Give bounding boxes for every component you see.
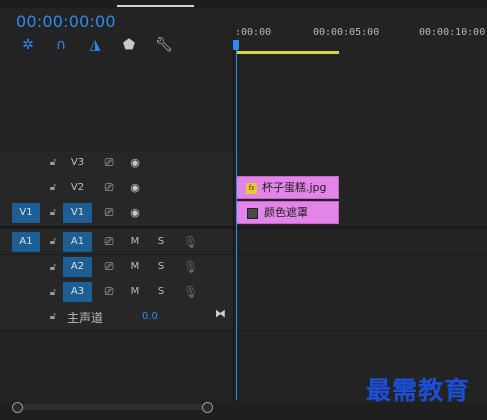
eye-icon[interactable]: ◉ <box>127 206 143 220</box>
master-volume-value[interactable]: 0.0 <box>142 311 158 322</box>
solo-button[interactable]: S <box>155 260 167 274</box>
mute-button[interactable]: M <box>129 260 141 274</box>
snap-icon[interactable]: ∩ <box>53 37 69 53</box>
track-header-master <box>0 305 233 331</box>
add-marker-icon[interactable]: ⬟ <box>121 37 137 53</box>
toggle-output-icon[interactable]: ⎚ <box>101 285 117 299</box>
track-target-v2[interactable]: V2 <box>63 178 92 198</box>
solo-button[interactable]: S <box>155 285 167 299</box>
wrench-icon[interactable]: 🔧︎ <box>155 37 173 53</box>
toggle-output-icon[interactable]: ⎚ <box>101 206 117 220</box>
toggle-output-icon[interactable]: ⎚ <box>101 235 117 249</box>
lock-icon[interactable]: 🔓︎ <box>47 207 59 219</box>
master-track-label: 主声道 <box>67 311 104 325</box>
bowtie-icon[interactable]: ⧓ <box>215 307 226 320</box>
fx-badge: fx <box>246 182 257 194</box>
track-target-v1[interactable]: V1 <box>63 203 92 223</box>
toggle-output-icon[interactable]: ⎚ <box>101 181 117 195</box>
lock-icon[interactable]: 🔓︎ <box>47 287 59 299</box>
playhead-line[interactable] <box>236 50 237 400</box>
clip-v2[interactable]: fx 杯子蛋糕.jpg <box>236 176 339 199</box>
lock-icon[interactable]: 🔓︎ <box>47 236 59 248</box>
lock-icon[interactable]: 🔓︎ <box>47 262 59 274</box>
header-timeline-divider <box>233 22 234 402</box>
source-patch-v1[interactable]: V1 <box>12 203 40 223</box>
scrollbar-track[interactable] <box>16 404 208 410</box>
clip-name: 杯子蛋糕.jpg <box>262 181 327 194</box>
track-target-a3[interactable]: A3 <box>63 282 92 302</box>
track-target-a1[interactable]: A1 <box>63 232 92 252</box>
panel-tab-strip <box>0 0 487 8</box>
playhead-timecode[interactable]: 00:00:00:00 <box>16 12 116 31</box>
ruler-label-0: :00:00 <box>235 27 272 38</box>
clip-v1[interactable]: 颜色遮罩 <box>236 201 339 224</box>
scrollbar-left-handle[interactable] <box>12 402 23 413</box>
ruler-label-5s: 00:00:05:00 <box>313 27 380 38</box>
mute-button[interactable]: M <box>129 235 141 249</box>
solo-button[interactable]: S <box>155 235 167 249</box>
clip-thumbnail-icon <box>247 207 258 219</box>
playhead-handle[interactable] <box>233 40 239 50</box>
toggle-output-icon[interactable]: ⎚ <box>101 156 117 170</box>
lock-icon[interactable]: 🔓︎ <box>47 182 59 194</box>
lock-icon[interactable]: 🔓︎ <box>47 157 59 169</box>
lock-icon[interactable]: 🔓︎ <box>47 311 59 323</box>
eye-icon[interactable]: ◉ <box>127 181 143 195</box>
track-target-v3[interactable]: V3 <box>63 153 92 173</box>
watermark-text: 最需教育 <box>366 376 471 405</box>
eye-icon[interactable]: ◉ <box>127 156 143 170</box>
mute-button[interactable]: M <box>129 285 141 299</box>
clip-name: 颜色遮罩 <box>264 206 308 219</box>
toggle-output-icon[interactable]: ⎚ <box>101 260 117 274</box>
mic-icon[interactable]: 🎙︎ <box>183 235 198 249</box>
insert-nest-icon[interactable]: ✲ <box>20 37 36 53</box>
track-target-a2[interactable]: A2 <box>63 257 92 277</box>
mic-icon[interactable]: 🎙︎ <box>183 285 198 299</box>
mic-icon[interactable]: 🎙︎ <box>183 260 198 274</box>
scrollbar-right-handle[interactable] <box>202 402 213 413</box>
active-tab-indicator[interactable] <box>117 5 194 7</box>
ruler-label-10s: 00:00:10:00 <box>419 27 486 38</box>
source-patch-a1[interactable]: A1 <box>12 232 40 252</box>
linked-selection-icon[interactable]: ◮ <box>87 37 103 53</box>
work-area-bar[interactable] <box>236 51 339 54</box>
